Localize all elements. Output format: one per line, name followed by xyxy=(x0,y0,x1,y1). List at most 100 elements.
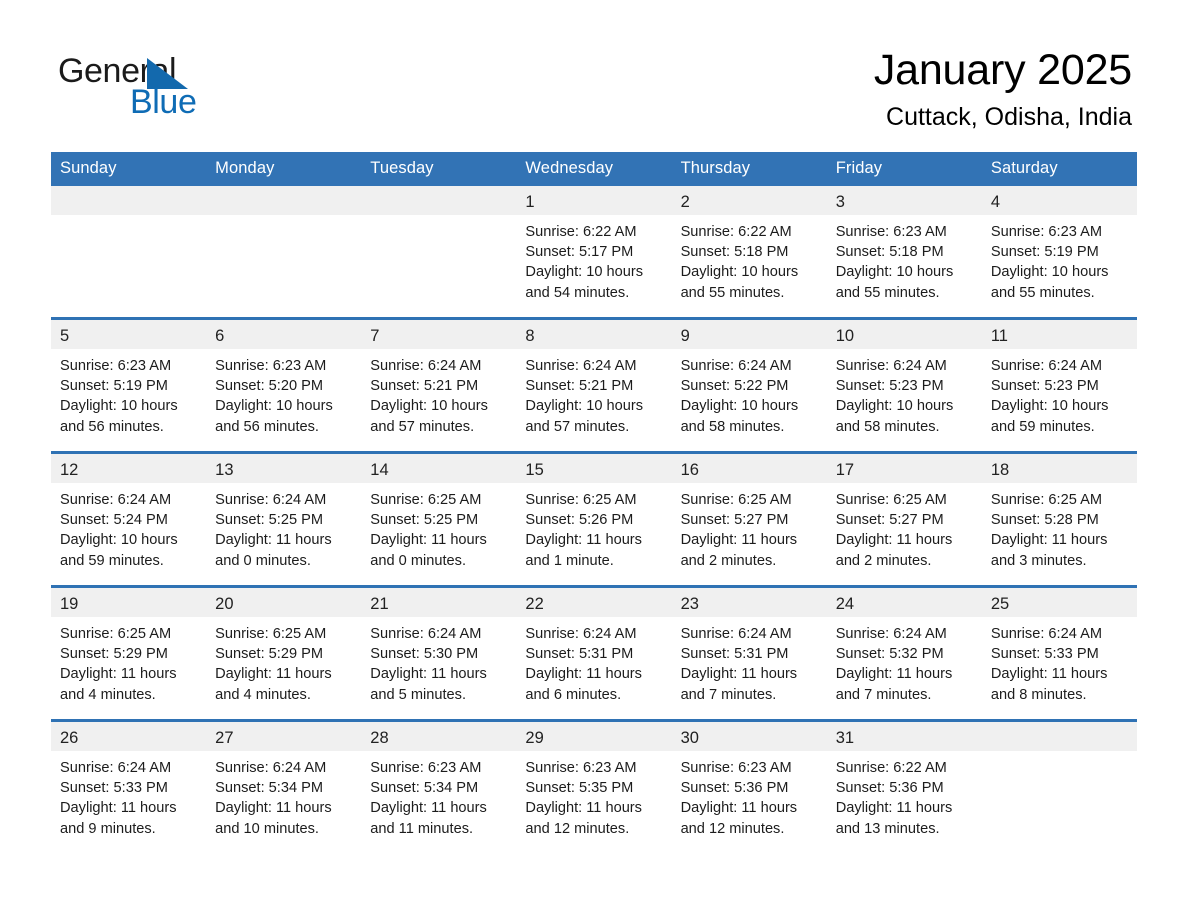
day-sun-info: Sunrise: 6:24 AM Sunset: 5:21 PM Dayligh… xyxy=(370,358,488,435)
day-cell-content: 7 Sunrise: 6:24 AM Sunset: 5:21 PM Daylig… xyxy=(361,320,517,451)
day-cell-content: 28 Sunrise: 6:23 AM Sunset: 5:34 PM Dayli… xyxy=(361,722,517,853)
weekday-header-tuesday: Tuesday xyxy=(361,152,517,186)
calendar-day-cell[interactable]: 14 Sunrise: 6:25 AM Sunset: 5:25 PM Dayli… xyxy=(361,451,517,587)
day-number xyxy=(361,186,517,215)
calendar-table: Sunday Monday Tuesday Wednesday Thursday… xyxy=(51,152,1137,853)
page-subtitle-location: Cuttack, Odisha, India xyxy=(886,103,1132,132)
calendar-day-cell[interactable]: 15 Sunrise: 6:25 AM Sunset: 5:26 PM Dayli… xyxy=(516,451,672,587)
title-block: January 2025 Cuttack, Odisha, India xyxy=(873,46,1137,132)
day-number: 18 xyxy=(981,454,1137,483)
day-cell-content: 13 Sunrise: 6:24 AM Sunset: 5:25 PM Dayli… xyxy=(206,454,362,585)
calendar-day-cell[interactable]: 8 Sunrise: 6:24 AM Sunset: 5:21 PM Daylig… xyxy=(516,317,672,453)
day-cell-content: 10 Sunrise: 6:24 AM Sunset: 5:23 PM Dayli… xyxy=(826,320,982,451)
day-number: 19 xyxy=(51,588,207,617)
day-number: 9 xyxy=(671,320,827,349)
day-number: 22 xyxy=(516,588,672,617)
calendar-day-cell[interactable]: 13 Sunrise: 6:24 AM Sunset: 5:25 PM Dayli… xyxy=(206,451,362,587)
calendar-day-cell[interactable]: 4 Sunrise: 6:23 AM Sunset: 5:19 PM Daylig… xyxy=(981,186,1137,319)
logo-text-blue: Blue xyxy=(130,83,197,121)
calendar-empty-cell xyxy=(981,719,1137,853)
calendar-day-cell[interactable]: 25 Sunrise: 6:24 AM Sunset: 5:33 PM Dayli… xyxy=(981,585,1137,721)
calendar-day-cell[interactable]: 30 Sunrise: 6:23 AM Sunset: 5:36 PM Dayli… xyxy=(671,719,827,853)
day-cell-content: 14 Sunrise: 6:25 AM Sunset: 5:25 PM Dayli… xyxy=(361,454,517,585)
calendar-day-cell[interactable]: 9 Sunrise: 6:24 AM Sunset: 5:22 PM Daylig… xyxy=(671,317,827,453)
calendar-page: General Blue January 2025 Cuttack, Odish… xyxy=(0,0,1188,918)
calendar-empty-cell xyxy=(206,186,362,319)
day-number: 15 xyxy=(516,454,672,483)
calendar-day-cell[interactable]: 22 Sunrise: 6:24 AM Sunset: 5:31 PM Dayli… xyxy=(516,585,672,721)
day-sun-info: Sunrise: 6:23 AM Sunset: 5:19 PM Dayligh… xyxy=(60,358,178,435)
day-number: 3 xyxy=(826,186,982,215)
day-cell-content xyxy=(206,186,362,317)
day-sun-info: Sunrise: 6:23 AM Sunset: 5:35 PM Dayligh… xyxy=(525,760,642,837)
day-cell-content: 3 Sunrise: 6:23 AM Sunset: 5:18 PM Daylig… xyxy=(826,186,982,317)
day-cell-content: 22 Sunrise: 6:24 AM Sunset: 5:31 PM Dayli… xyxy=(516,588,672,719)
weekday-header-thursday: Thursday xyxy=(671,152,827,186)
calendar-day-cell[interactable]: 3 Sunrise: 6:23 AM Sunset: 5:18 PM Daylig… xyxy=(826,186,982,319)
calendar-day-cell[interactable]: 12 Sunrise: 6:24 AM Sunset: 5:24 PM Dayli… xyxy=(51,451,207,587)
calendar-day-cell[interactable]: 21 Sunrise: 6:24 AM Sunset: 5:30 PM Dayli… xyxy=(361,585,517,721)
calendar-day-cell[interactable]: 29 Sunrise: 6:23 AM Sunset: 5:35 PM Dayli… xyxy=(516,719,672,853)
day-sun-info: Sunrise: 6:25 AM Sunset: 5:29 PM Dayligh… xyxy=(215,626,332,703)
day-cell-content: 29 Sunrise: 6:23 AM Sunset: 5:35 PM Dayli… xyxy=(516,722,672,853)
calendar-day-cell[interactable]: 19 Sunrise: 6:25 AM Sunset: 5:29 PM Dayli… xyxy=(51,585,207,721)
day-number: 28 xyxy=(361,722,517,751)
calendar-day-cell[interactable]: 18 Sunrise: 6:25 AM Sunset: 5:28 PM Dayli… xyxy=(981,451,1137,587)
day-number: 27 xyxy=(206,722,362,751)
day-sun-info: Sunrise: 6:22 AM Sunset: 5:17 PM Dayligh… xyxy=(525,224,644,301)
day-number: 1 xyxy=(516,186,672,215)
day-cell-content: 8 Sunrise: 6:24 AM Sunset: 5:21 PM Daylig… xyxy=(516,320,672,451)
day-sun-info: Sunrise: 6:24 AM Sunset: 5:34 PM Dayligh… xyxy=(215,760,332,837)
day-number: 5 xyxy=(51,320,207,349)
calendar-week-row: 5 Sunrise: 6:23 AM Sunset: 5:19 PM Daylig… xyxy=(51,317,1137,453)
day-number: 7 xyxy=(361,320,517,349)
calendar-day-cell[interactable]: 20 Sunrise: 6:25 AM Sunset: 5:29 PM Dayli… xyxy=(206,585,362,721)
calendar-week-row: 19 Sunrise: 6:25 AM Sunset: 5:29 PM Dayli… xyxy=(51,585,1137,721)
day-cell-content: 17 Sunrise: 6:25 AM Sunset: 5:27 PM Dayli… xyxy=(826,454,982,585)
day-sun-info xyxy=(982,751,1137,758)
day-number: 16 xyxy=(671,454,827,483)
calendar-day-cell[interactable]: 10 Sunrise: 6:24 AM Sunset: 5:23 PM Dayli… xyxy=(826,317,982,453)
day-number: 13 xyxy=(206,454,362,483)
calendar-header-row: Sunday Monday Tuesday Wednesday Thursday… xyxy=(51,152,1137,186)
day-number: 10 xyxy=(826,320,982,349)
calendar-week-row: 12 Sunrise: 6:24 AM Sunset: 5:24 PM Dayli… xyxy=(51,451,1137,587)
day-cell-content: 16 Sunrise: 6:25 AM Sunset: 5:27 PM Dayli… xyxy=(671,454,827,585)
calendar-day-cell[interactable]: 28 Sunrise: 6:23 AM Sunset: 5:34 PM Dayli… xyxy=(361,719,517,853)
calendar-body: 1 Sunrise: 6:22 AM Sunset: 5:17 PM Daylig… xyxy=(51,186,1137,853)
page-title: January 2025 xyxy=(873,46,1132,94)
day-number: 30 xyxy=(671,722,827,751)
calendar-day-cell[interactable]: 27 Sunrise: 6:24 AM Sunset: 5:34 PM Dayli… xyxy=(206,719,362,853)
calendar-day-cell[interactable]: 7 Sunrise: 6:24 AM Sunset: 5:21 PM Daylig… xyxy=(361,317,517,453)
calendar-day-cell[interactable]: 5 Sunrise: 6:23 AM Sunset: 5:19 PM Daylig… xyxy=(51,317,207,453)
day-cell-content: 15 Sunrise: 6:25 AM Sunset: 5:26 PM Dayli… xyxy=(516,454,672,585)
day-number: 12 xyxy=(51,454,207,483)
calendar-day-cell[interactable]: 16 Sunrise: 6:25 AM Sunset: 5:27 PM Dayli… xyxy=(671,451,827,587)
calendar-day-cell[interactable]: 17 Sunrise: 6:25 AM Sunset: 5:27 PM Dayli… xyxy=(826,451,982,587)
calendar-day-cell[interactable]: 23 Sunrise: 6:24 AM Sunset: 5:31 PM Dayli… xyxy=(671,585,827,721)
day-cell-content: 21 Sunrise: 6:24 AM Sunset: 5:30 PM Dayli… xyxy=(361,588,517,719)
calendar-day-cell[interactable]: 31 Sunrise: 6:22 AM Sunset: 5:36 PM Dayli… xyxy=(826,719,982,853)
day-number: 31 xyxy=(826,722,982,751)
day-sun-info: Sunrise: 6:24 AM Sunset: 5:31 PM Dayligh… xyxy=(525,626,642,703)
calendar-day-cell[interactable]: 2 Sunrise: 6:22 AM Sunset: 5:18 PM Daylig… xyxy=(671,186,827,319)
day-sun-info: Sunrise: 6:23 AM Sunset: 5:34 PM Dayligh… xyxy=(370,760,487,837)
day-cell-content: 4 Sunrise: 6:23 AM Sunset: 5:19 PM Daylig… xyxy=(981,186,1137,317)
calendar-day-cell[interactable]: 1 Sunrise: 6:22 AM Sunset: 5:17 PM Daylig… xyxy=(516,186,672,319)
day-sun-info: Sunrise: 6:25 AM Sunset: 5:28 PM Dayligh… xyxy=(990,492,1108,569)
page-header: General Blue January 2025 Cuttack, Odish… xyxy=(0,0,1188,152)
day-sun-info: Sunrise: 6:25 AM Sunset: 5:25 PM Dayligh… xyxy=(370,492,487,569)
calendar-day-cell[interactable]: 24 Sunrise: 6:24 AM Sunset: 5:32 PM Dayli… xyxy=(826,585,982,721)
day-cell-content xyxy=(361,186,517,317)
day-cell-content: 11 Sunrise: 6:24 AM Sunset: 5:23 PM Dayli… xyxy=(981,320,1137,451)
calendar-day-cell[interactable]: 26 Sunrise: 6:24 AM Sunset: 5:33 PM Dayli… xyxy=(51,719,207,853)
calendar-day-cell[interactable]: 6 Sunrise: 6:23 AM Sunset: 5:20 PM Daylig… xyxy=(206,317,362,453)
day-number: 20 xyxy=(206,588,362,617)
calendar-day-cell[interactable]: 11 Sunrise: 6:24 AM Sunset: 5:23 PM Dayli… xyxy=(981,317,1137,453)
day-sun-info xyxy=(361,215,516,222)
day-cell-content: 27 Sunrise: 6:24 AM Sunset: 5:34 PM Dayli… xyxy=(206,722,362,853)
calendar-empty-cell xyxy=(361,186,517,319)
day-sun-info: Sunrise: 6:24 AM Sunset: 5:30 PM Dayligh… xyxy=(370,626,487,703)
day-number xyxy=(206,186,362,215)
day-number: 11 xyxy=(981,320,1137,349)
